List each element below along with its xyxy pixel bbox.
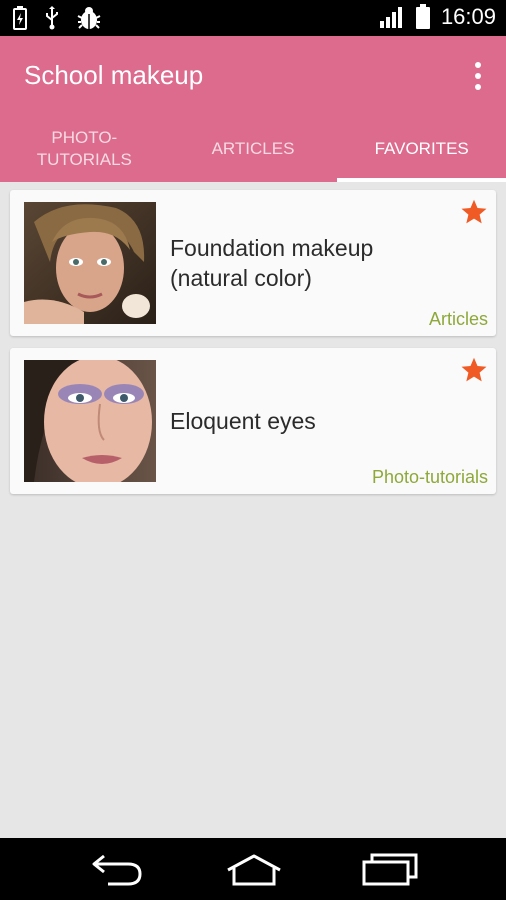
favorite-category: Articles (428, 309, 488, 329)
favorite-title-line2: (natural color) (170, 265, 312, 291)
bug-icon (77, 7, 101, 29)
status-bar: 16:09 (0, 0, 506, 36)
overflow-menu-icon[interactable] (472, 62, 484, 90)
status-bar-notifications (12, 6, 102, 30)
favorite-title-line1: Eloquent eyes (170, 408, 316, 434)
favorite-title-line1: Foundation makeup (170, 235, 374, 261)
back-icon[interactable] (88, 852, 148, 886)
star-icon[interactable] (460, 198, 488, 226)
tab-photo-tutorials-label-line1: PHOTO- (51, 128, 118, 147)
tab-favorites[interactable]: FAVORITES (337, 116, 506, 182)
recents-icon[interactable] (360, 852, 420, 886)
app-title: School makeup (24, 60, 204, 90)
favorite-title: Foundation makeup (natural color) (170, 190, 450, 336)
tab-articles[interactable]: ARTICLES (169, 116, 338, 182)
battery-icon (415, 4, 430, 29)
home-icon[interactable] (224, 852, 284, 886)
star-icon[interactable] (460, 356, 488, 384)
tab-bar: PHOTO- TUTORIALS ARTICLES FAVORITES (0, 116, 506, 182)
favorites-list: Foundation makeup (natural color) Articl… (10, 190, 496, 506)
clock: 16:09 (440, 4, 496, 29)
favorite-category: Photo-tutorials (371, 467, 488, 487)
signal-icon (379, 7, 402, 28)
tab-articles-label: ARTICLES (211, 139, 295, 158)
tab-favorites-label: FAVORITES (374, 139, 469, 158)
list-item[interactable]: Eloquent eyes Photo-tutorials (10, 348, 496, 494)
usb-icon (46, 6, 58, 30)
tab-photo-tutorials[interactable]: PHOTO- TUTORIALS (0, 116, 169, 182)
battery-saver-icon (13, 6, 27, 30)
eye-makeup-thumbnail (24, 360, 156, 482)
app-bar: School makeup (0, 36, 506, 116)
tab-photo-tutorials-label-line2: TUTORIALS (36, 150, 132, 169)
navigation-bar (0, 838, 506, 900)
status-bar-system: 16:09 (379, 4, 496, 30)
woman-portrait-thumbnail (24, 202, 156, 324)
list-item[interactable]: Foundation makeup (natural color) Articl… (10, 190, 496, 336)
